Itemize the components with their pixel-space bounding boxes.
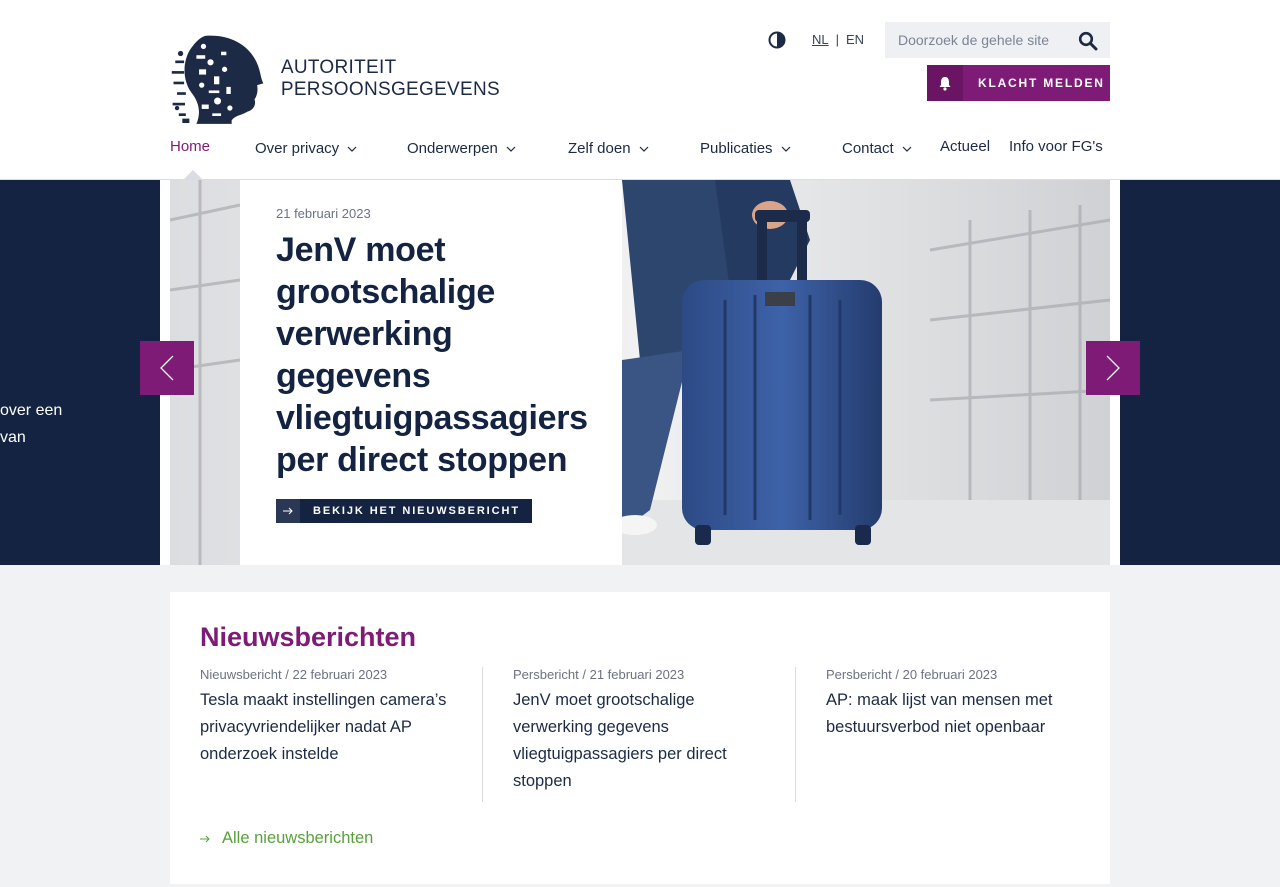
nav-actueel-label: Actueel xyxy=(940,138,991,155)
news-item-meta: Persbericht / 21 februari 2023 xyxy=(513,667,685,682)
nav-onderwerpen-label: Onderwerpen xyxy=(407,140,498,157)
main-navigation: Home Over privacy Onderwerpen Zelf doen … xyxy=(0,138,1280,166)
news-item-title[interactable]: JenV moet grootschalige verwerking gegev… xyxy=(513,687,763,795)
nav-home[interactable]: Home xyxy=(170,138,210,155)
nav-home-label: Home xyxy=(170,138,211,155)
news-section: Nieuwsberichten Nieuwsbericht / 22 febru… xyxy=(170,592,1110,884)
lang-nl-link[interactable]: NL xyxy=(812,32,829,47)
site-header: AUTORITEIT PERSOONSGEGEVENS NL | EN KLAC… xyxy=(0,0,1280,180)
previous-slide-line2: van xyxy=(0,429,26,446)
nav-publicaties[interactable]: Publicaties xyxy=(700,140,791,157)
hero-date: 21 februari 2023 xyxy=(276,206,371,221)
news-divider xyxy=(795,667,796,802)
all-news-label: Alle nieuwsberichten xyxy=(222,829,374,847)
chevron-down-icon xyxy=(902,146,912,152)
chevron-left-icon xyxy=(160,355,174,381)
lang-separator: | xyxy=(835,32,840,47)
view-news-button-label: BEKIJK HET NIEUWSBERICHT xyxy=(313,505,520,517)
arrow-right-icon xyxy=(283,507,293,515)
logo-wordmark: AUTORITEIT PERSOONSGEGEVENS xyxy=(281,57,500,101)
nav-onderwerpen[interactable]: Onderwerpen xyxy=(407,140,516,157)
hero-slider: over een van 21 februari 2023 JenV moet … xyxy=(0,180,1280,565)
previous-slide-text: over een van xyxy=(0,397,62,451)
arrow-right-icon-box xyxy=(276,499,300,523)
bell-icon-box xyxy=(927,65,963,101)
search-icon[interactable] xyxy=(1078,31,1098,51)
active-nav-indicator xyxy=(183,170,203,180)
nav-info-fg[interactable]: Info voor FG's xyxy=(1009,138,1103,155)
brand-name-line2: PERSOONSGEGEVENS xyxy=(280,79,500,100)
chevron-down-icon xyxy=(506,146,516,152)
previous-slide-peek: over een van xyxy=(0,180,160,565)
nav-zelf-doen-label: Zelf doen xyxy=(568,140,631,157)
news-item-title[interactable]: Tesla maakt instellingen camera’s privac… xyxy=(200,687,460,768)
view-news-button[interactable]: BEKIJK HET NIEUWSBERICHT xyxy=(276,499,532,523)
slider-next-button[interactable] xyxy=(1086,341,1140,395)
complaint-button-label: KLACHT MELDEN xyxy=(978,76,1105,90)
nav-info-fg-label: Info voor FG's xyxy=(1009,138,1103,155)
nav-over-privacy[interactable]: Over privacy xyxy=(255,140,357,157)
nav-over-privacy-label: Over privacy xyxy=(255,140,340,157)
chevron-down-icon xyxy=(639,146,648,152)
nav-contact[interactable]: Contact xyxy=(842,140,912,157)
news-item-title[interactable]: AP: maak lijst van mensen met bestuursve… xyxy=(826,687,1081,741)
chevron-down-icon xyxy=(347,146,357,152)
previous-slide-line1: over een xyxy=(0,402,63,419)
news-divider xyxy=(482,667,483,802)
hero-card: 21 februari 2023 JenV moet grootschalige… xyxy=(240,180,622,565)
chevron-right-icon xyxy=(1106,355,1120,381)
slider-prev-button[interactable] xyxy=(140,341,194,395)
search-input[interactable] xyxy=(885,32,1065,48)
bell-icon xyxy=(939,76,951,91)
news-item: Persbericht / 20 februari 2023 AP: maak … xyxy=(826,667,1081,802)
nav-publicaties-label: Publicaties xyxy=(700,140,773,157)
nav-zelf-doen[interactable]: Zelf doen xyxy=(568,140,649,157)
next-slide-peek xyxy=(1120,180,1280,565)
nav-actueel[interactable]: Actueel xyxy=(940,138,990,155)
nav-contact-label: Contact xyxy=(842,140,894,157)
chevron-down-icon xyxy=(781,146,790,152)
news-heading: Nieuwsberichten xyxy=(200,622,417,652)
contrast-toggle-icon[interactable] xyxy=(767,30,787,50)
news-item: Persbericht / 21 februari 2023 JenV moet… xyxy=(513,667,763,802)
arrow-right-icon xyxy=(200,835,210,842)
complaint-button[interactable]: KLACHT MELDEN xyxy=(927,65,1110,101)
language-switcher: NL | EN xyxy=(812,32,864,47)
news-item-meta: Persbericht / 20 februari 2023 xyxy=(826,667,998,682)
hero-slide-active: 21 februari 2023 JenV moet grootschalige… xyxy=(170,180,1110,565)
all-news-link[interactable]: Alle nieuwsberichten xyxy=(200,829,373,848)
site-logo[interactable]: AUTORITEIT PERSOONSGEGEVENS xyxy=(170,28,500,130)
logo-head-icon xyxy=(171,35,264,124)
hero-title[interactable]: JenV moet grootschalige verwerking gegev… xyxy=(276,229,588,481)
brand-name-line1: AUTORITEIT xyxy=(280,57,397,78)
site-search xyxy=(885,22,1110,58)
lang-en-link[interactable]: EN xyxy=(846,32,864,47)
news-item-meta: Nieuwsbericht / 22 februari 2023 xyxy=(200,667,388,682)
news-item: Nieuwsbericht / 22 februari 2023 Tesla m… xyxy=(200,667,460,802)
